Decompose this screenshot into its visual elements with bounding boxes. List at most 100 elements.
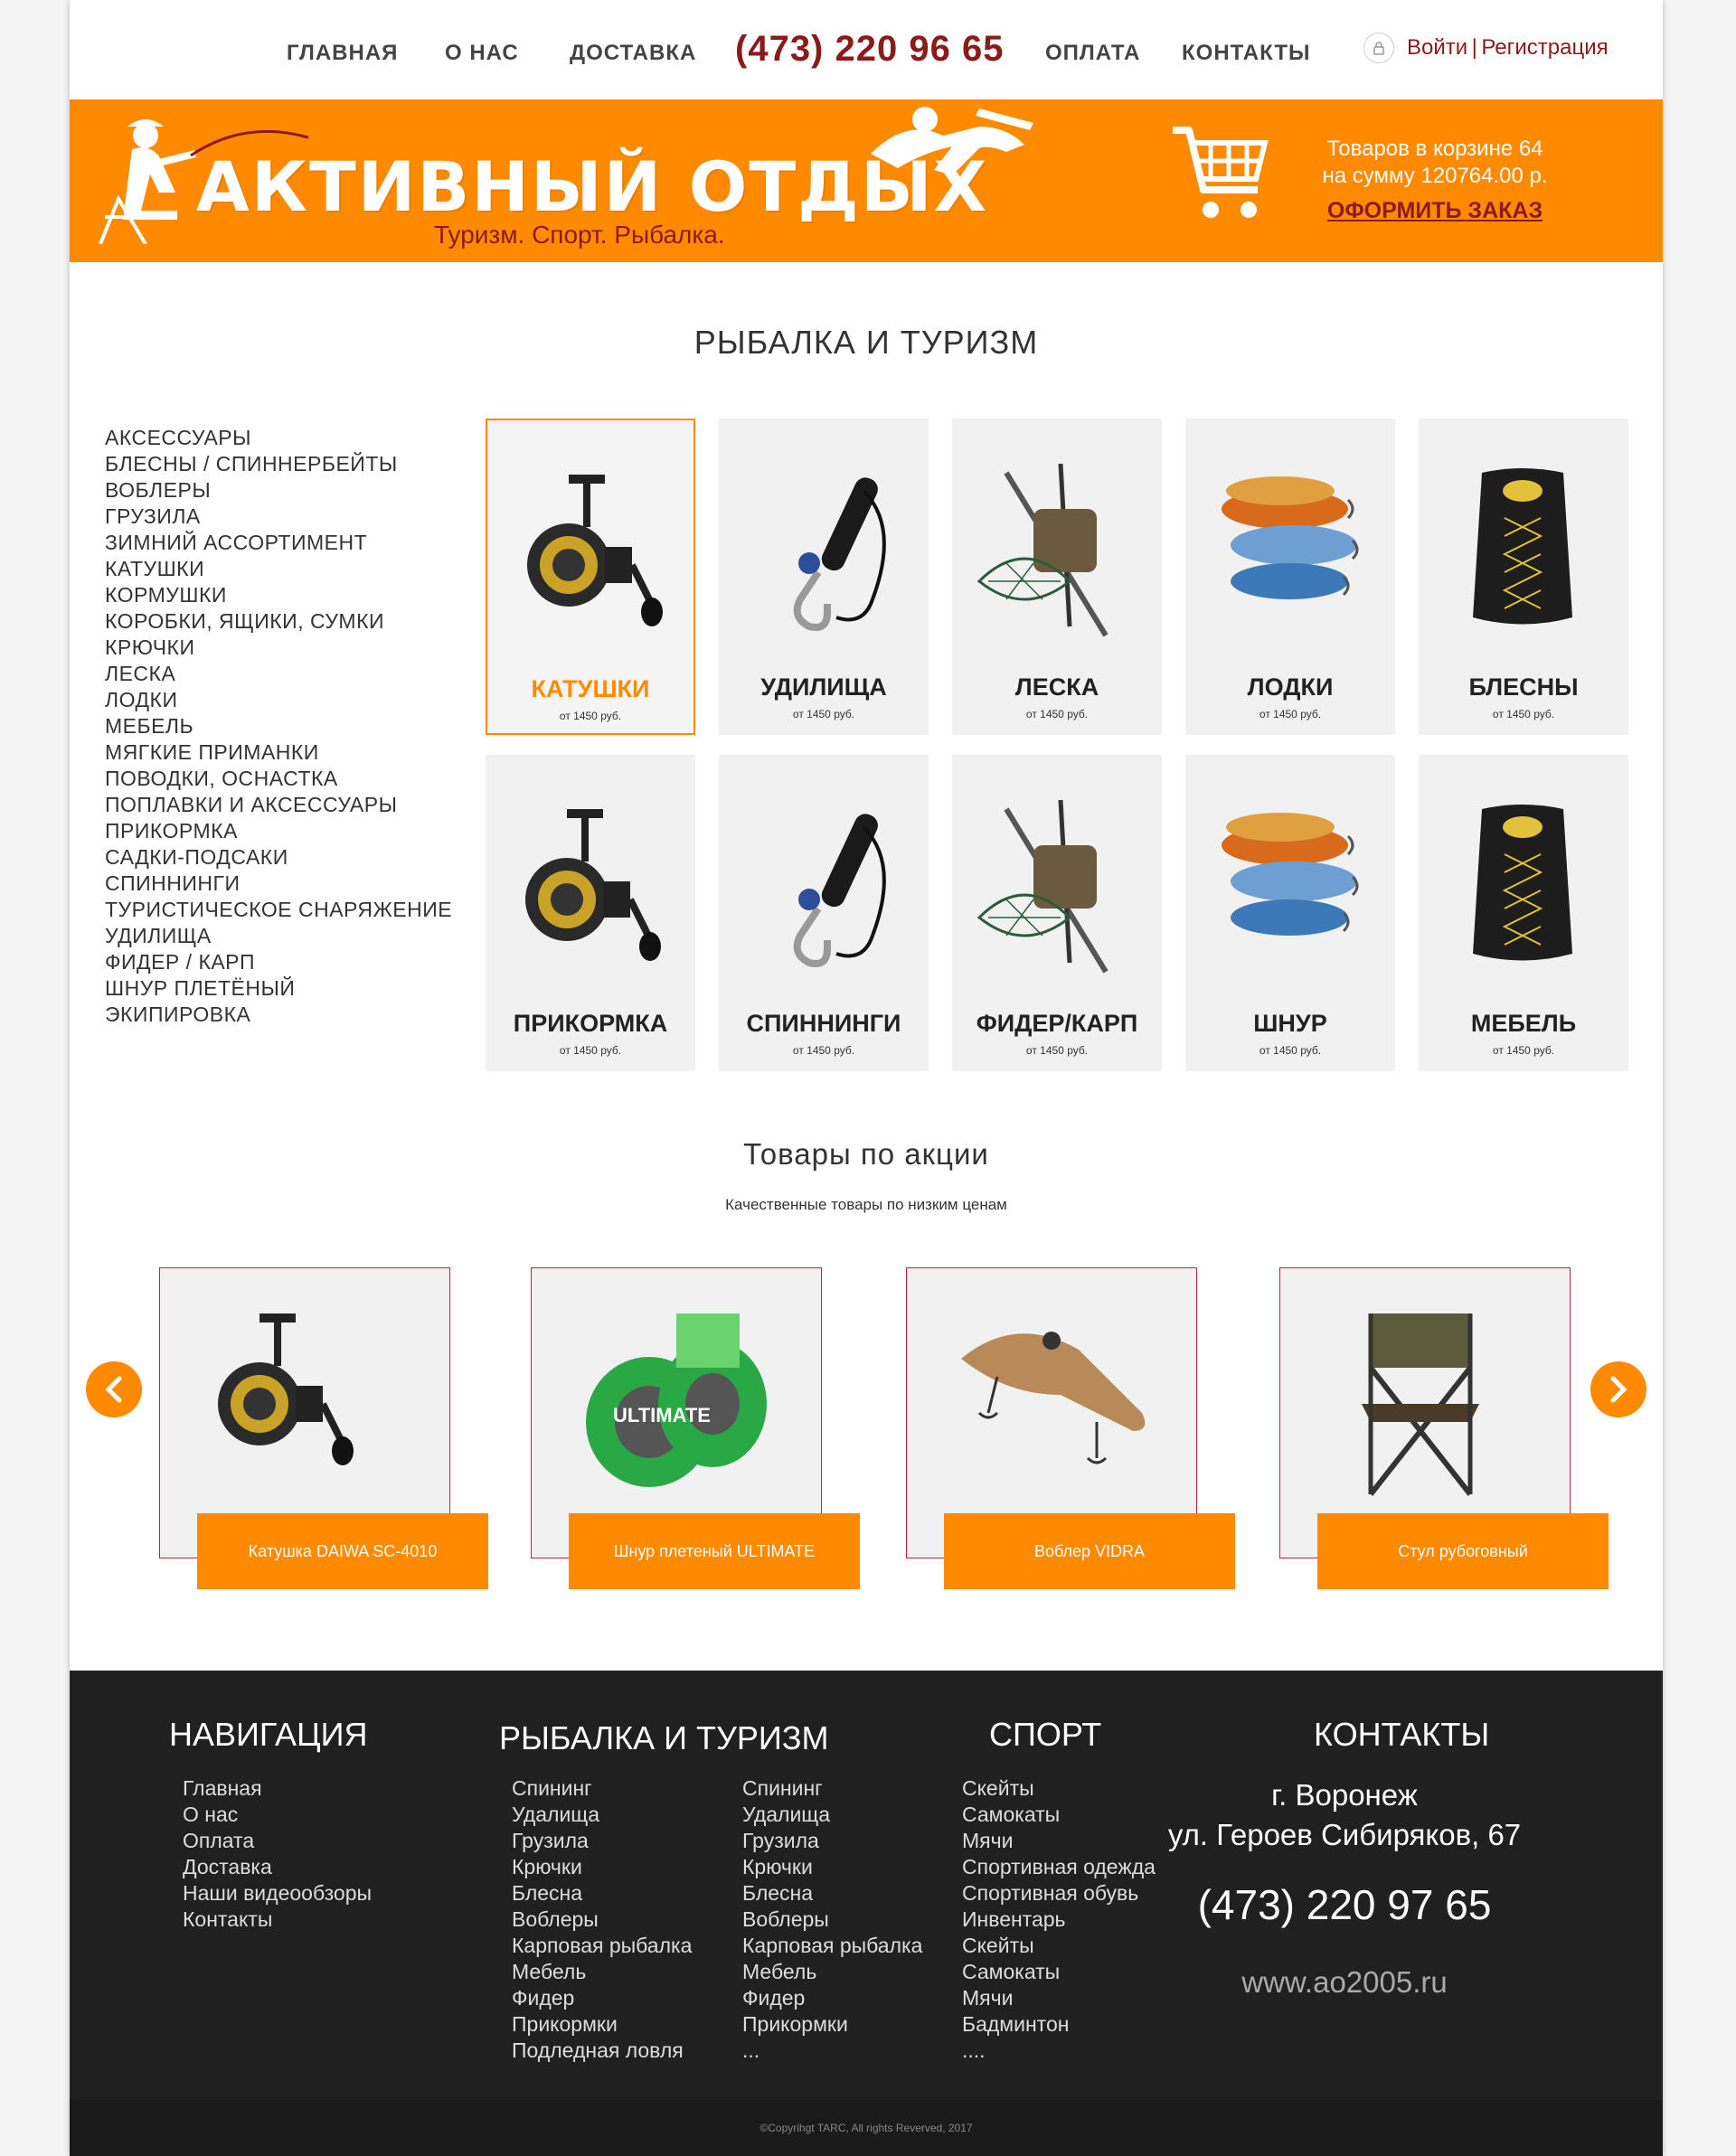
cart-icon[interactable]	[1171, 123, 1270, 224]
nav-contacts[interactable]: КОНТАКТЫ	[1182, 41, 1311, 66]
footer-nav-link[interactable]: Доставка	[183, 1854, 372, 1880]
footer-fishing-link[interactable]: Воблеры	[512, 1907, 692, 1933]
sidebar-item-18[interactable]: СПИННИНГИ	[105, 871, 452, 897]
footer-nav-link[interactable]: О нас	[183, 1802, 372, 1828]
sidebar-item-11[interactable]: ЛОДКИ	[105, 687, 452, 713]
sidebar-item-5[interactable]: ЗИМНИЙ АССОРТИМЕНТ	[105, 530, 452, 556]
footer-fishing-link[interactable]: Грузила	[742, 1828, 922, 1854]
sidebar-item-23[interactable]: ЭКИПИРОВКА	[105, 1002, 452, 1028]
footer-sport-link[interactable]: Скейты	[962, 1933, 1156, 1959]
footer-fishing-link[interactable]: Прикормки	[742, 2011, 922, 2038]
footer-fishing-link[interactable]: Воблеры	[742, 1907, 922, 1933]
carousel-next-button[interactable]	[1590, 1361, 1646, 1417]
header-banner: АКТИВНЫЙ ОТДЫХ Туризм. Спорт. Рыбалка. Т…	[70, 99, 1663, 262]
footer-fishing-link[interactable]: Фидер	[742, 1985, 922, 2011]
sidebar-item-22[interactable]: ШНУР ПЛЕТЁНЫЙ	[105, 975, 452, 1002]
sidebar-item-3[interactable]: ВОБЛЕРЫ	[105, 477, 452, 504]
sidebar-item-1[interactable]: АКСЕССУАРЫ	[105, 425, 452, 451]
nav-delivery[interactable]: ДОСТАВКА	[570, 41, 696, 66]
footer-sport-link[interactable]: Самокаты	[962, 1802, 1156, 1828]
category-tile[interactable]: ЛОДКИ от 1450 руб.	[1185, 419, 1395, 735]
footer-nav-link[interactable]: Контакты	[183, 1907, 372, 1933]
nav-payment[interactable]: ОПЛАТА	[1045, 41, 1140, 66]
user-icon[interactable]	[1363, 33, 1394, 63]
sidebar-item-14[interactable]: ПОВОДКИ, ОСНАСТКА	[105, 766, 452, 792]
promo-label[interactable]: Стул рубоговный	[1317, 1513, 1609, 1589]
tile-price: от 1450 руб.	[1492, 708, 1555, 720]
footer-nav-link[interactable]: Оплата	[183, 1828, 372, 1854]
category-tile[interactable]: УДИЛИЩА от 1450 руб.	[719, 419, 929, 735]
sidebar-item-13[interactable]: МЯГКИЕ ПРИМАНКИ	[105, 739, 452, 766]
promo-card[interactable]: Катушка DAIWA SC-4010	[159, 1267, 488, 1589]
footer-fishing-link[interactable]: Карповая рыбалка	[512, 1933, 692, 1959]
footer-website[interactable]: www.ao2005.ru	[1137, 1965, 1552, 2000]
tile-name: ФИДЕР/КАРП	[976, 1010, 1138, 1037]
promo-label[interactable]: Катушка DAIWA SC-4010	[197, 1513, 488, 1589]
footer-sport-link[interactable]: Скейты	[962, 1775, 1156, 1802]
category-tile[interactable]: ЛЕСКА от 1450 руб.	[952, 419, 1162, 735]
footer-fishing-link[interactable]: ...	[742, 2038, 922, 2064]
sidebar-item-4[interactable]: ГРУЗИЛА	[105, 504, 452, 530]
footer-fishing-link[interactable]: Фидер	[512, 1985, 692, 2011]
footer-fishing-link[interactable]: Карповая рыбалка	[742, 1933, 922, 1959]
footer-fishing-link[interactable]: Грузила	[512, 1828, 692, 1854]
category-tile[interactable]: ШНУР от 1450 руб.	[1185, 755, 1395, 1071]
category-tile[interactable]: МЕБЕЛЬ от 1450 руб.	[1419, 755, 1628, 1071]
footer-sport-link[interactable]: Мячи	[962, 1828, 1156, 1854]
footer-street: ул. Героев Сибиряков, 67	[1167, 1818, 1522, 1851]
footer-fishing-link[interactable]: Крючки	[512, 1854, 692, 1880]
sidebar-item-21[interactable]: ФИДЕР / КАРП	[105, 949, 452, 975]
footer-fishing-link[interactable]: Подледная ловля	[512, 2038, 692, 2064]
footer-fishing-link[interactable]: Мебель	[742, 1959, 922, 1985]
sidebar-item-8[interactable]: КОРОБКИ, ЯЩИКИ, СУМКИ	[105, 608, 452, 635]
sidebar-item-15[interactable]: ПОПЛАВКИ И АКСЕССУАРЫ	[105, 792, 452, 818]
carousel-prev-button[interactable]	[86, 1361, 142, 1417]
sidebar-item-2[interactable]: БЛЕСНЫ / СПИННЕРБЕЙТЫ	[105, 451, 452, 477]
footer-sport-link[interactable]: ....	[962, 2038, 1156, 2064]
footer-sport-link[interactable]: Мячи	[962, 1985, 1156, 2011]
sidebar-item-10[interactable]: ЛЕСКА	[105, 661, 452, 687]
footer-fishing-link[interactable]: Мебель	[512, 1959, 692, 1985]
promo-label[interactable]: Шнур плетеный ULTIMATE	[569, 1513, 860, 1589]
footer-sport-link[interactable]: Самокаты	[962, 1959, 1156, 1985]
footer-fishing-link[interactable]: Удалища	[512, 1802, 692, 1828]
footer-fishing-link[interactable]: Спининг	[512, 1775, 692, 1802]
sidebar-item-16[interactable]: ПРИКОРМКА	[105, 818, 452, 844]
promo-label[interactable]: Воблер VIDRA	[944, 1513, 1235, 1589]
footer-fishing-link[interactable]: Спининг	[742, 1775, 922, 1802]
footer-nav-link[interactable]: Главная	[183, 1775, 372, 1802]
footer-sport-link[interactable]: Спортивная одежда	[962, 1854, 1156, 1880]
sidebar-item-6[interactable]: КАТУШКИ	[105, 556, 452, 582]
footer-fishing-link[interactable]: Крючки	[742, 1854, 922, 1880]
footer-fishing-link[interactable]: Блесна	[512, 1880, 692, 1907]
footer-nav-link[interactable]: Наши видеообзоры	[183, 1880, 372, 1907]
promo-card[interactable]: Стул рубоговный	[1279, 1267, 1609, 1589]
tile-price: от 1450 руб.	[1025, 708, 1089, 720]
promo-card[interactable]: Воблер VIDRA	[906, 1267, 1235, 1589]
footer-sport-link[interactable]: Бадминтон	[962, 2011, 1156, 2038]
register-link[interactable]: Регистрация	[1481, 35, 1608, 60]
category-tile[interactable]: ФИДЕР/КАРП от 1450 руб.	[952, 755, 1162, 1071]
footer-fishing-link[interactable]: Блесна	[742, 1880, 922, 1907]
sidebar-item-19[interactable]: ТУРИСТИЧЕСКОЕ СНАРЯЖЕНИЕ	[105, 897, 452, 923]
sidebar-item-7[interactable]: КОРМУШКИ	[105, 582, 452, 608]
tile-name: МЕБЕЛЬ	[1470, 1010, 1577, 1037]
category-tile[interactable]: СПИННИНГИ от 1450 руб.	[719, 755, 929, 1071]
category-tile[interactable]: ПРИКОРМКА от 1450 руб.	[486, 755, 695, 1071]
sidebar-item-12[interactable]: МЕБЕЛЬ	[105, 713, 452, 739]
sidebar-item-9[interactable]: КРЮЧКИ	[105, 635, 452, 661]
login-block: Войти | Регистрация	[1363, 33, 1609, 63]
footer-fishing-link[interactable]: Удалища	[742, 1802, 922, 1828]
footer-sport-link[interactable]: Спортивная обувь	[962, 1880, 1156, 1907]
login-link[interactable]: Войти	[1407, 35, 1467, 60]
footer-fishing-link[interactable]: Прикормки	[512, 2011, 692, 2038]
nav-about[interactable]: О НАС	[445, 41, 519, 66]
checkout-link[interactable]: ОФОРМИТЬ ЗАКАЗ	[1327, 197, 1543, 224]
sidebar-item-17[interactable]: САДКИ-ПОДСАКИ	[105, 844, 452, 871]
nav-home[interactable]: ГЛАВНАЯ	[287, 41, 398, 66]
sidebar-item-20[interactable]: УДИЛИЩА	[105, 923, 452, 949]
category-tile[interactable]: БЛЕСНЫ от 1450 руб.	[1419, 419, 1628, 735]
category-tile[interactable]: КАТУШКИ от 1450 руб.	[486, 419, 695, 735]
promo-card[interactable]: ULTIMATE Шнур плетеный ULTIMATE	[531, 1267, 860, 1589]
footer-sport-link[interactable]: Инвентарь	[962, 1907, 1156, 1933]
